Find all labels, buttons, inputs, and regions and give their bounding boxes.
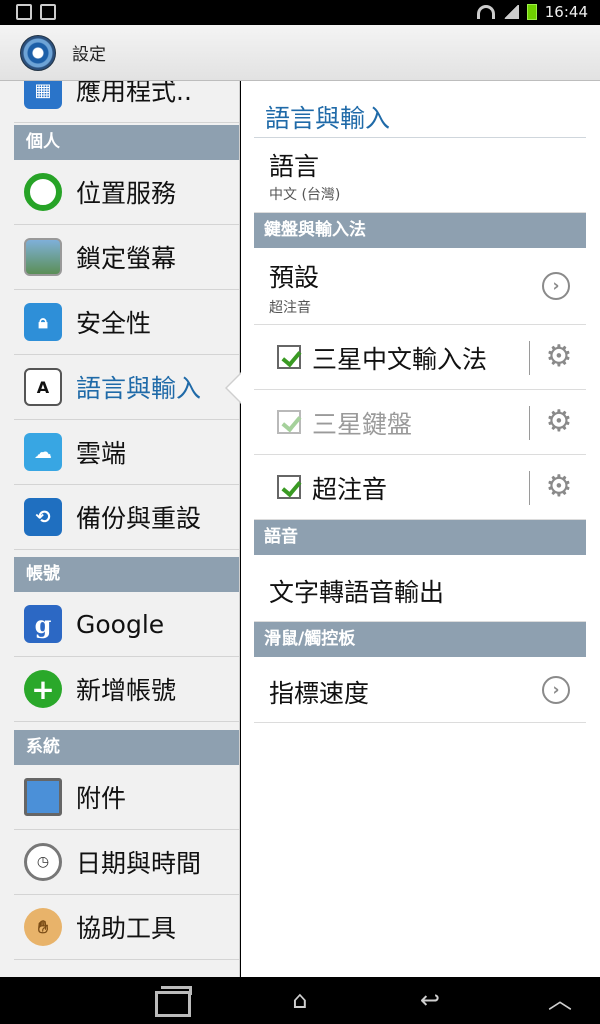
list-item-label: 雲端 xyxy=(76,439,127,468)
default-label: 預設 xyxy=(269,263,320,292)
back-icon[interactable]: ↩ xyxy=(408,985,452,1015)
section-header-system: 系統 xyxy=(14,730,239,765)
add-account-icon: + xyxy=(24,670,62,708)
section-header-accounts: 帳號 xyxy=(14,557,239,592)
gear-icon[interactable]: ⚙ xyxy=(544,472,574,502)
cloud-icon: ☁ xyxy=(24,433,62,471)
divider xyxy=(529,471,530,505)
section-header-speech: 語音 xyxy=(254,520,586,555)
list-item-backup-reset[interactable]: ⟲ 備份與重設 xyxy=(14,485,239,550)
google-icon: g xyxy=(24,605,62,643)
pointer-speed-label: 指標速度 xyxy=(269,679,370,708)
section-header-personal: 個人 xyxy=(14,125,239,160)
language-value: 中文 (台灣) xyxy=(269,187,341,203)
list-item-label: 附件 xyxy=(76,784,127,813)
list-item-label: 新增帳號 xyxy=(76,676,177,705)
gear-icon[interactable]: ⚙ xyxy=(544,342,574,372)
input-method-checkbox[interactable] xyxy=(277,475,301,499)
location-icon xyxy=(24,173,62,211)
wifi-icon xyxy=(476,5,495,19)
default-value: 超注音 xyxy=(269,300,311,316)
settings-gear-icon[interactable] xyxy=(20,35,56,71)
list-item-label: Google xyxy=(76,609,165,639)
apps-icon: ▦ xyxy=(24,81,62,109)
input-method-row[interactable]: 三星鍵盤 ⚙ xyxy=(254,390,586,455)
list-item-accessory[interactable]: 附件 xyxy=(14,765,239,830)
lock-screen-icon xyxy=(24,238,62,276)
list-item-label: 安全性 xyxy=(76,309,152,338)
chevron-right-icon[interactable]: › xyxy=(542,272,570,300)
notification-icon xyxy=(16,4,32,20)
navigation-bar: ⌂ ↩ ︿ xyxy=(0,977,600,1024)
signal-icon xyxy=(502,5,519,19)
input-method-checkbox[interactable] xyxy=(277,345,301,369)
list-item-label: 應用程式.. xyxy=(76,81,192,106)
status-time: 16:44 xyxy=(544,3,588,21)
section-header-mouse: 滑鼠/觸控板 xyxy=(254,622,586,657)
list-item-language-input[interactable]: A 語言與輸入 xyxy=(14,355,239,420)
battery-icon xyxy=(526,4,537,20)
divider xyxy=(529,406,530,440)
accessory-icon xyxy=(24,778,62,816)
list-item-label: 位置服務 xyxy=(76,179,177,208)
input-method-row[interactable]: 超注音 ⚙ xyxy=(254,455,586,520)
input-method-label: 三星中文輸入法 xyxy=(312,345,488,374)
language-label: 語言 xyxy=(269,152,320,181)
input-method-row[interactable]: 三星中文輸入法 ⚙ xyxy=(254,325,586,390)
recent-apps-icon[interactable] xyxy=(150,985,194,1017)
pane-title: 語言與輸入 xyxy=(265,104,391,133)
list-item-apps[interactable]: ▦ 應用程式.. xyxy=(14,81,239,123)
list-item-label: 語言與輸入 xyxy=(76,374,202,403)
chevron-up-icon[interactable]: ︿ xyxy=(538,985,582,1015)
list-item-label: 日期與時間 xyxy=(76,849,202,878)
list-item-security[interactable]: 🔒︎ 安全性 xyxy=(14,290,239,355)
gear-icon[interactable]: ⚙ xyxy=(544,407,574,437)
image-notification-icon xyxy=(40,4,56,20)
list-item-google[interactable]: g Google xyxy=(14,592,239,657)
list-item-label: 鎖定螢幕 xyxy=(76,244,177,273)
padlock-icon: 🔒︎ xyxy=(24,303,62,341)
list-item-add-account[interactable]: + 新增帳號 xyxy=(14,657,239,722)
divider xyxy=(529,341,530,375)
settings-category-list[interactable]: ▦ 應用程式.. 個人 位置服務 鎖定螢幕 🔒︎ 安全性 A 語言與輸入 ☁ 雲… xyxy=(0,81,240,977)
language-setting[interactable]: 語言 中文 (台灣) xyxy=(254,138,586,213)
list-item-label: 協助工具 xyxy=(76,914,177,943)
list-item-label: 備份與重設 xyxy=(76,504,202,533)
list-item-cloud[interactable]: ☁ 雲端 xyxy=(14,420,239,485)
input-method-label: 三星鍵盤 xyxy=(312,410,413,439)
clock-icon: ◷ xyxy=(24,843,62,881)
input-method-checkbox xyxy=(277,410,301,434)
status-bar: 16:44 xyxy=(0,0,600,25)
default-input-setting[interactable]: 預設 超注音 › xyxy=(254,248,586,325)
list-item-location[interactable]: 位置服務 xyxy=(14,160,239,225)
section-header-keyboard: 鍵盤與輸入法 xyxy=(254,213,586,248)
list-item-date-time[interactable]: ◷ 日期與時間 xyxy=(14,830,239,895)
input-method-label: 超注音 xyxy=(312,475,388,504)
chevron-right-icon[interactable]: › xyxy=(542,676,570,704)
selection-pointer xyxy=(225,372,242,404)
tts-setting[interactable]: 文字轉語音輸出 xyxy=(254,555,586,622)
pointer-speed-setting[interactable]: 指標速度 › xyxy=(254,657,586,723)
list-item-lock-screen[interactable]: 鎖定螢幕 xyxy=(14,225,239,290)
language-input-pane: 語言與輸入 語言 中文 (台灣) 鍵盤與輸入法 預設 超注音 › 三星中文輸入法… xyxy=(241,81,600,977)
app-title: 設定 xyxy=(72,45,106,65)
action-bar: 設定 xyxy=(0,25,600,81)
backup-icon: ⟲ xyxy=(24,498,62,536)
home-icon[interactable]: ⌂ xyxy=(278,985,322,1015)
hand-icon: ✋︎ xyxy=(24,908,62,946)
tts-label: 文字轉語音輸出 xyxy=(269,578,445,607)
list-item-accessibility[interactable]: ✋︎ 協助工具 xyxy=(14,895,239,960)
language-icon: A xyxy=(24,368,62,406)
